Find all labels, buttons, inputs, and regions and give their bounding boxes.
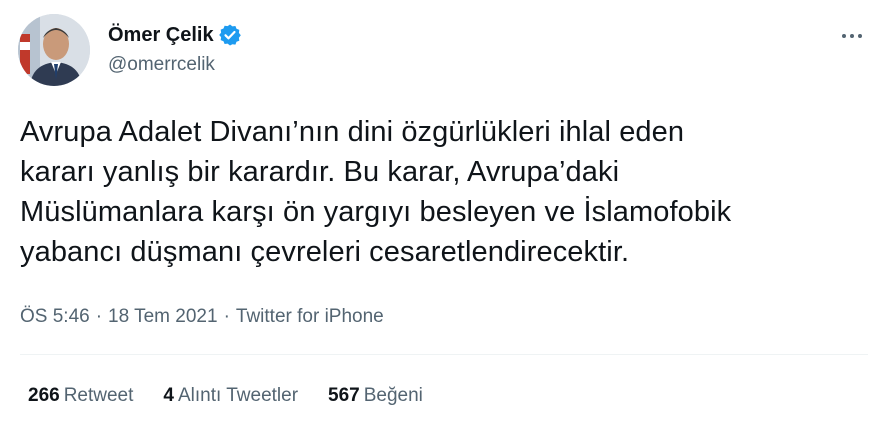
user-names: Ömer Çelik @omerrcelik (108, 22, 242, 76)
avatar[interactable] (18, 14, 90, 86)
tweet-time[interactable]: ÖS 5:46 (20, 306, 90, 328)
like-number: 567 (328, 385, 360, 406)
user-handle[interactable]: @omerrcelik (108, 54, 242, 76)
tweet-source[interactable]: Twitter for iPhone (236, 306, 384, 328)
tweet-text: Avrupa Adalet Divanı’nın dini özgürlükle… (20, 116, 732, 268)
avatar-image (18, 14, 90, 86)
display-name[interactable]: Ömer Çelik (108, 24, 214, 47)
tweet-date[interactable]: 18 Tem 2021 (108, 306, 218, 328)
tweet-stats: 266 Retweet 4 Alıntı Tweetler 567 Beğeni (28, 385, 423, 407)
quote-number: 4 (163, 385, 174, 406)
like-count[interactable]: 567 Beğeni (328, 385, 423, 407)
verified-badge-icon (218, 23, 242, 47)
meta-separator: · (223, 306, 230, 327)
like-label: Beğeni (363, 385, 423, 406)
tweet-header: Ömer Çelik @omerrcelik (18, 14, 870, 86)
retweet-number: 266 (28, 385, 60, 406)
meta-separator: · (95, 306, 103, 327)
quote-tweet-count[interactable]: 4 Alıntı Tweetler (163, 385, 298, 407)
divider (20, 354, 868, 355)
tweet-card: Ömer Çelik @omerrcelik Avrupa Adalet Div… (0, 0, 888, 423)
display-name-row: Ömer Çelik (108, 22, 242, 48)
quote-label: Alıntı Tweetler (177, 385, 299, 406)
tweet-meta: ÖS 5:46 · 18 Tem 2021 · Twitter for iPho… (20, 306, 384, 328)
retweet-label: Retweet (63, 385, 134, 406)
retweet-count[interactable]: 266 Retweet (28, 385, 133, 407)
more-options-icon[interactable] (834, 24, 870, 48)
